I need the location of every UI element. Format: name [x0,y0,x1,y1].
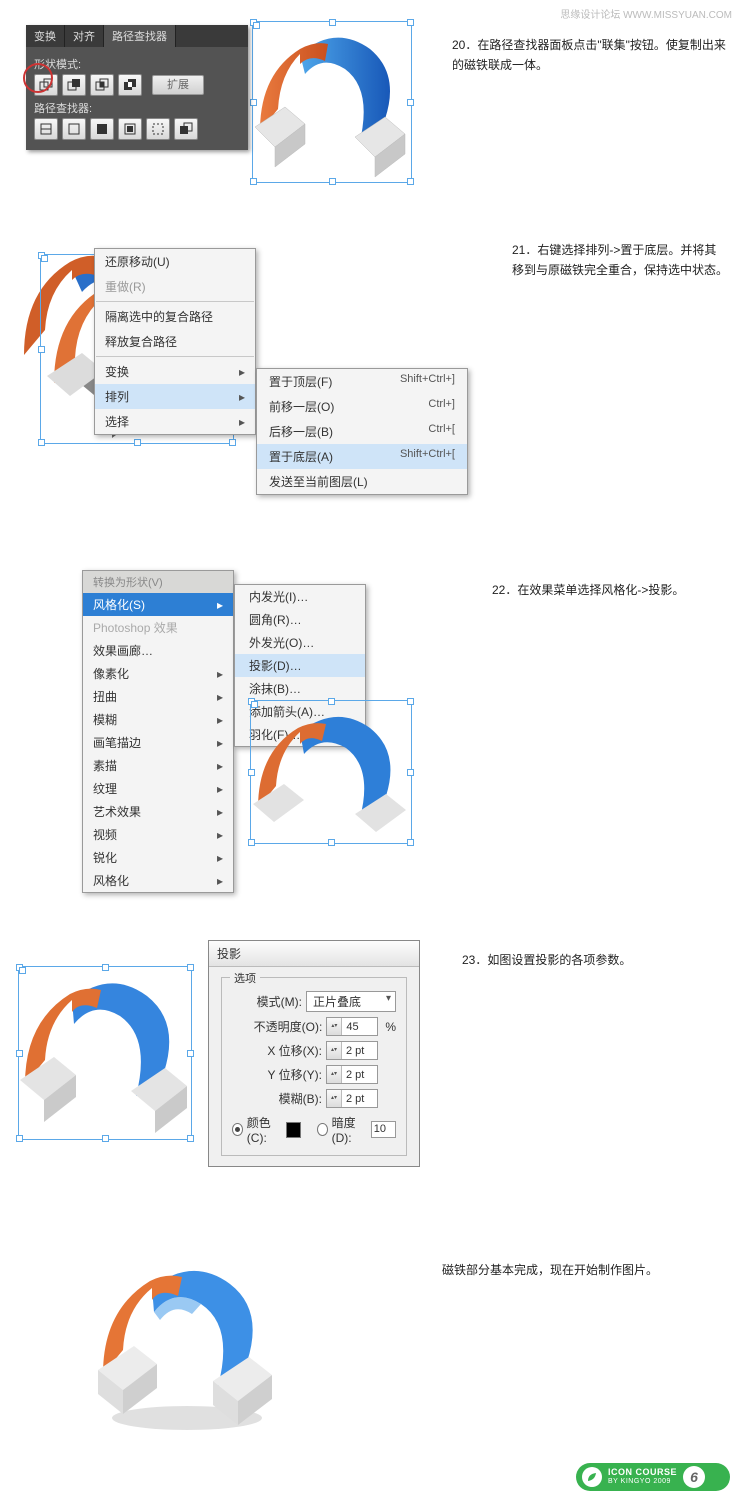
mode-label: 模式(M): [257,993,302,1010]
step-22-text: 22．在效果菜单选择风格化->投影。 [472,570,738,600]
step-20-text: 20．在路径查找器面板点击"联集"按钮。使复制出来的磁铁联成一体。 [432,25,738,76]
darkness-radio[interactable] [317,1123,328,1136]
y-offset-input[interactable]: ▴▾2 pt [326,1065,378,1084]
merge-button[interactable] [90,118,114,140]
expand-button[interactable]: 扩展 [152,75,204,95]
blur-label: 模糊(B): [279,1090,322,1107]
effect-sharpen[interactable]: 锐化▸ [83,846,233,869]
crop-button[interactable] [118,118,142,140]
badge-sub: BY KINGYO 2009 [608,1478,677,1486]
effect-sketch[interactable]: 素描▸ [83,754,233,777]
menu-release[interactable]: 释放复合路径 [95,329,255,354]
pathfinder-panel: 变换 对齐 路径查找器 形状模式: 扩展 路径查找器: [26,25,248,150]
final-text: 磁铁部分基本完成，现在开始制作图片。 [422,1250,738,1280]
menu-send-back[interactable]: 置于底层(A)Shift+Ctrl+[ [257,444,467,469]
effect-stylize2[interactable]: 风格化▸ [83,869,233,892]
step-21-text: 21．右键选择排列->置于底层。并将其移到与原磁铁完全重合，保持选中状态。 [492,230,738,281]
effect-texture[interactable]: 纹理▸ [83,777,233,800]
badge-number: 6 [683,1466,705,1488]
darkness-input[interactable]: 10 [371,1121,396,1138]
opacity-input[interactable]: ▴▾45 [326,1017,378,1036]
menu-arrange[interactable]: 排列▸ [95,384,255,409]
menu-redo: 重做(R) [95,274,255,299]
trim-button[interactable] [62,118,86,140]
x-offset-label: X 位移(X): [267,1042,322,1059]
menu-send-layer[interactable]: 发送至当前图层(L) [257,469,467,494]
menu-send-backward[interactable]: 后移一层(B)Ctrl+[ [257,419,467,444]
x-offset-input[interactable]: ▴▾2 pt [326,1041,378,1060]
darkness-label: 暗度(D): [332,1114,367,1145]
sub-inner-glow[interactable]: 内发光(I)… [235,585,365,608]
sub-round[interactable]: 圆角(R)… [235,608,365,631]
sub-outer-glow[interactable]: 外发光(O)… [235,631,365,654]
step-22: 转换为形状(V) 风格化(S)▸ Photoshop 效果 效果画廊… 像素化▸… [0,570,750,860]
sub-drop-shadow[interactable]: 投影(D)… [235,654,365,677]
drop-shadow-dialog: 投影 选项 模式(M): 正片叠底 不透明度(O): ▴▾45 % X 位移(X… [208,940,420,1167]
menu-bring-front[interactable]: 置于顶层(F)Shift+Ctrl+] [257,369,467,394]
context-menu: 还原移动(U) 重做(R) 隔离选中的复合路径 释放复合路径 变换▸ 排列▸ 选… [94,248,256,435]
effect-brush[interactable]: 画笔描边▸ [83,731,233,754]
minus-front-button[interactable] [62,74,86,96]
arrange-submenu: 置于顶层(F)Shift+Ctrl+] 前移一层(O)Ctrl+] 后移一层(B… [256,368,468,495]
tab-pathfinder[interactable]: 路径查找器 [104,25,176,47]
mode-select[interactable]: 正片叠底 [306,991,396,1012]
effect-video[interactable]: 视频▸ [83,823,233,846]
opacity-label: 不透明度(O): [254,1018,323,1035]
effect-distort[interactable]: 扭曲▸ [83,685,233,708]
effect-pixelate[interactable]: 像素化▸ [83,662,233,685]
pct-label: % [385,1020,396,1034]
step-21: 还原移动(U) 重做(R) 隔离选中的复合路径 释放复合路径 变换▸ 排列▸ 选… [0,230,750,490]
effect-convert: 转换为形状(V) [83,571,233,593]
intersect-button[interactable] [90,74,114,96]
color-swatch[interactable] [286,1122,301,1138]
magnet-selected [250,19,420,194]
step-23: 投影 选项 模式(M): 正片叠底 不透明度(O): ▴▾45 % X 位移(X… [0,940,750,1170]
shape-mode-label: 形状模式: [34,56,240,72]
unite-button[interactable] [34,74,58,96]
outline-button[interactable] [146,118,170,140]
magnet-23 [14,964,199,1149]
divide-button[interactable] [34,118,58,140]
menu-isolate[interactable]: 隔离选中的复合路径 [95,304,255,329]
menu-transform[interactable]: 变换▸ [95,359,255,384]
effect-gallery[interactable]: 效果画廊… [83,639,233,662]
blur-input[interactable]: ▴▾2 pt [326,1089,378,1108]
menu-select[interactable]: 选择▸ [95,409,255,434]
minus-back-button[interactable] [174,118,198,140]
tab-align[interactable]: 对齐 [65,25,104,47]
options-legend: 选项 [230,970,260,986]
tab-transform[interactable]: 变换 [26,25,65,47]
magnet-22 [248,700,418,860]
step-final: 磁铁部分基本完成，现在开始制作图片。 [0,1250,750,1443]
menu-bring-forward[interactable]: 前移一层(O)Ctrl+] [257,394,467,419]
sub-scribble[interactable]: 涂抹(B)… [235,677,365,700]
pathfinder-label: 路径查找器: [34,100,240,116]
exclude-button[interactable] [118,74,142,96]
dialog-title: 投影 [209,941,419,967]
effect-stylize[interactable]: 风格化(S)▸ [83,593,233,616]
step-20: 变换 对齐 路径查找器 形状模式: 扩展 路径查找器: [0,25,750,150]
color-radio[interactable] [232,1123,243,1136]
menu-undo[interactable]: 还原移动(U) [95,249,255,274]
leaf-icon [582,1467,602,1487]
magnet-final [92,1250,282,1440]
footer-badge: ICON COURSEBY KINGYO 2009 6 [576,1463,730,1491]
effect-menu: 转换为形状(V) 风格化(S)▸ Photoshop 效果 效果画廊… 像素化▸… [82,570,234,893]
effect-blur[interactable]: 模糊▸ [83,708,233,731]
color-label: 颜色(C): [247,1114,282,1145]
step-23-text: 23．如图设置投影的各项参数。 [442,940,738,970]
effect-artistic[interactable]: 艺术效果▸ [83,800,233,823]
effect-ps: Photoshop 效果 [83,616,233,639]
y-offset-label: Y 位移(Y): [268,1066,322,1083]
badge-title: ICON COURSE [608,1468,677,1478]
